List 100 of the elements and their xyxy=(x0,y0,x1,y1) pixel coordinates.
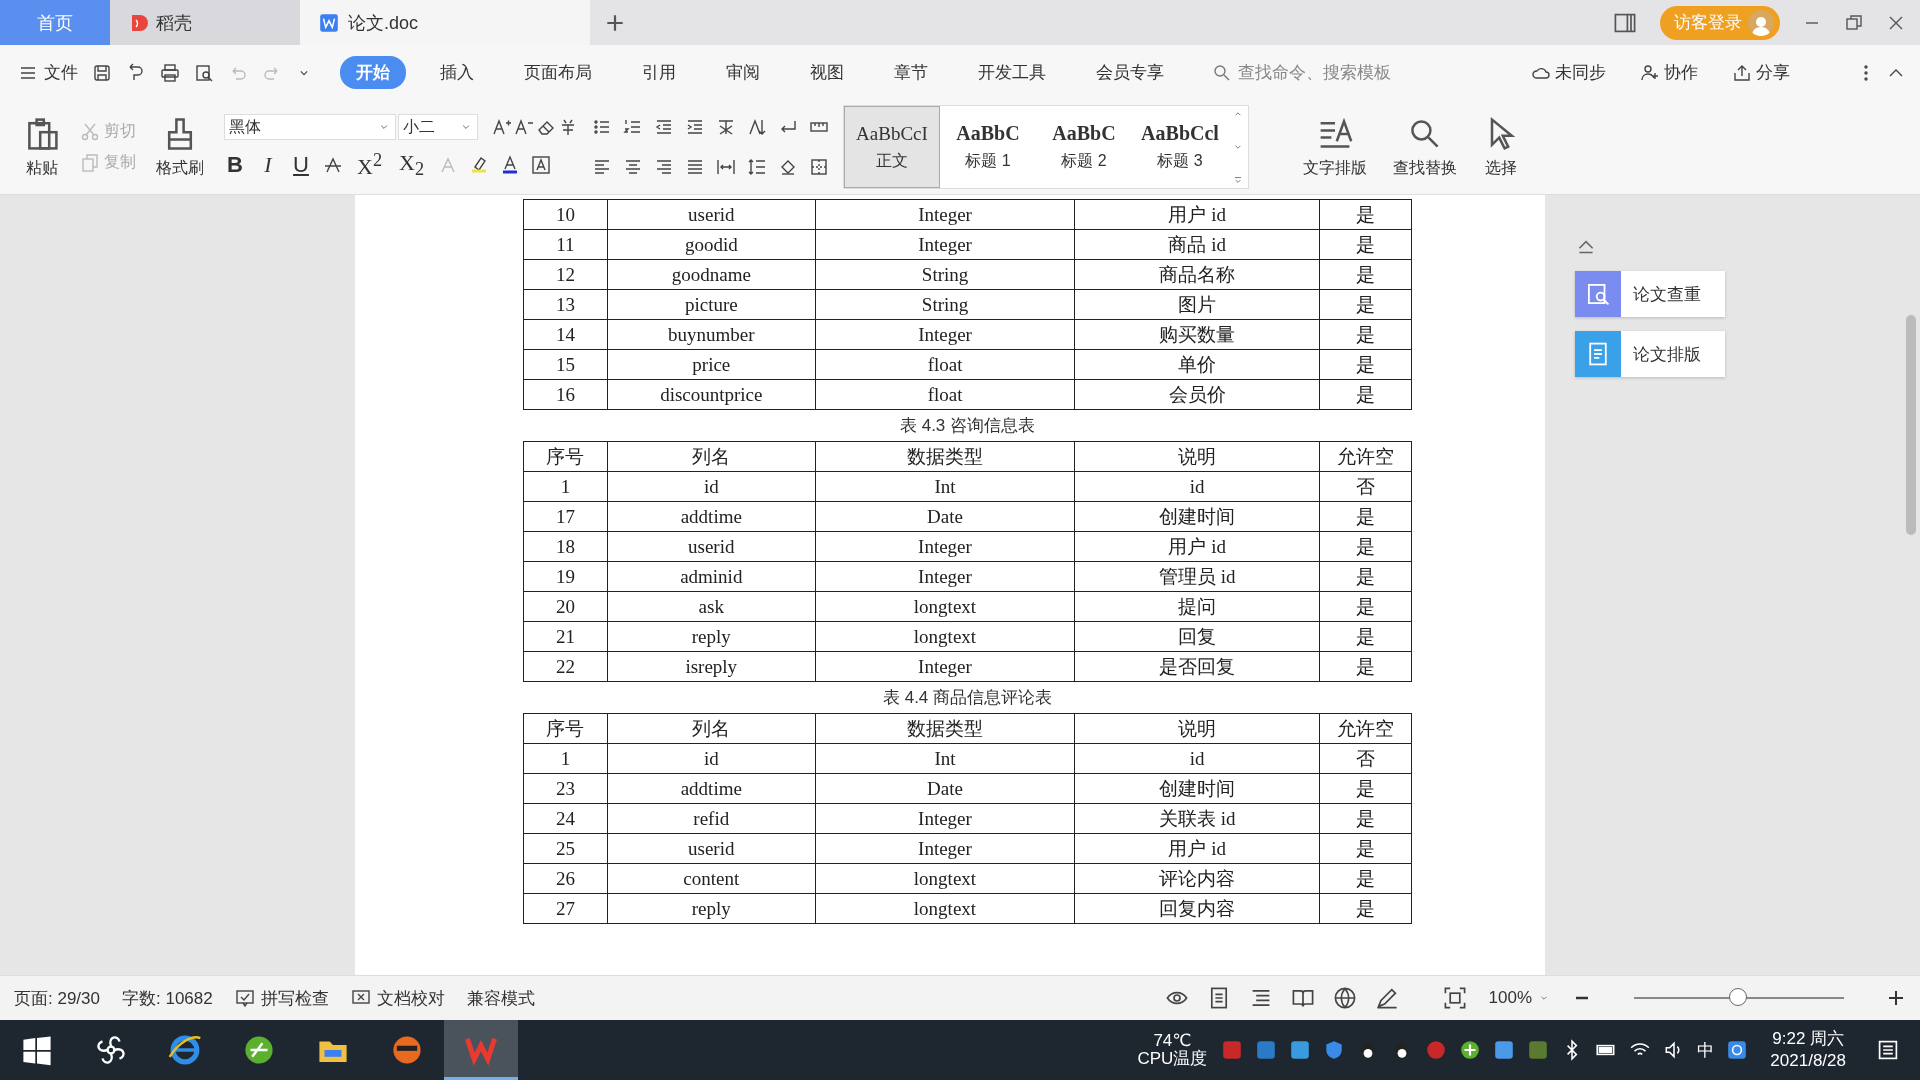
grow-font-icon[interactable] xyxy=(492,117,512,137)
table-cell: 22 xyxy=(523,651,608,682)
tray-app-icon[interactable] xyxy=(1493,1039,1516,1061)
zoom-in-icon[interactable] xyxy=(1886,988,1906,1008)
expand-icon[interactable] xyxy=(1232,174,1244,186)
zoom-slider-thumb[interactable] xyxy=(1729,988,1747,1006)
style-option[interactable]: AaBbCcI 正文 xyxy=(844,106,940,188)
table-cell: 商品 id xyxy=(1074,229,1320,260)
spell-check-button[interactable]: 拼写检查 xyxy=(234,986,329,1010)
table-cell: String xyxy=(815,259,1075,290)
pen-icon[interactable] xyxy=(1374,986,1399,1010)
proofread-button[interactable]: 文档校对 xyxy=(350,986,445,1010)
format-painter-button[interactable]: 格式刷 xyxy=(150,113,210,181)
ribbon-tab[interactable]: 章节 xyxy=(878,56,944,89)
table-cell: 是 xyxy=(1319,773,1412,804)
plus-circle-icon[interactable] xyxy=(1459,1039,1482,1061)
tab[interactable]: 论文.doc xyxy=(300,0,590,45)
windows-logo-icon[interactable] xyxy=(20,1033,54,1067)
align-center-icon[interactable] xyxy=(623,157,643,177)
line-spacing-icon[interactable] xyxy=(747,157,767,177)
style-option[interactable]: AaBbC 标题 2 xyxy=(1036,106,1132,188)
toolbar-button[interactable]: 协作 xyxy=(1634,60,1704,85)
ribbon-tab[interactable]: 页面布局 xyxy=(508,56,608,89)
toolbar-button[interactable]: 分享 xyxy=(1726,60,1796,85)
ribbon-tab[interactable]: 插入 xyxy=(424,56,490,89)
distribute-icon[interactable] xyxy=(716,157,736,177)
browser-icon[interactable] xyxy=(168,1033,202,1067)
tab[interactable]: 稻壳 xyxy=(110,0,300,45)
find-replace-button[interactable]: 查找替换 xyxy=(1387,113,1463,181)
tray-app-icon[interactable] xyxy=(1289,1039,1312,1061)
align-right-icon[interactable] xyxy=(654,157,674,177)
input-method[interactable]: 中 xyxy=(1697,1038,1715,1062)
table-cell: adminid xyxy=(607,561,816,592)
justify-icon[interactable] xyxy=(685,157,705,177)
add-person-icon xyxy=(1640,62,1660,83)
side-panel-button[interactable]: 论文排版 xyxy=(1575,331,1725,377)
font-select[interactable]: 黑体 xyxy=(224,114,396,140)
ribbon-tab[interactable]: 引用 xyxy=(626,56,692,89)
table-cell: longtext xyxy=(815,621,1075,652)
table-cell: discountprice xyxy=(607,379,816,410)
table-cell: 是否回复 xyxy=(1074,651,1320,682)
notification-icon[interactable] xyxy=(1876,1038,1900,1062)
strikethrough-icon[interactable] xyxy=(323,155,343,175)
save-icon[interactable] xyxy=(92,62,112,83)
tray-app-icon[interactable] xyxy=(1425,1039,1448,1061)
table-cell: refid xyxy=(607,803,816,834)
pinwheel-icon[interactable] xyxy=(94,1033,128,1067)
ribbon-tab[interactable]: 审阅 xyxy=(710,56,776,89)
zoom-select[interactable]: 100% xyxy=(1488,988,1550,1008)
sort-icon[interactable] xyxy=(747,117,767,137)
style-option[interactable]: AaBbCcl 标题 3 xyxy=(1132,106,1228,188)
tray-app-icon[interactable] xyxy=(1255,1039,1278,1061)
restore-icon[interactable] xyxy=(1844,12,1864,33)
table-cell: Integer xyxy=(815,531,1075,562)
table-caption: 表 4.3 咨询信息表 xyxy=(898,415,1037,437)
text-layout-button[interactable]: 文字排版 xyxy=(1297,113,1373,181)
paste-button[interactable]: 粘贴 xyxy=(18,113,66,181)
file-menu[interactable]: 文件 xyxy=(14,57,82,88)
ribbon-tab[interactable]: 会员专享 xyxy=(1080,56,1180,89)
table-cell: userid xyxy=(607,199,816,230)
superscript-button[interactable]: X$^{2}$ xyxy=(354,149,386,181)
document-icon[interactable] xyxy=(318,11,340,34)
bullets-icon[interactable] xyxy=(592,117,612,137)
ribbon-tab[interactable]: 视图 xyxy=(794,56,860,89)
style-label: 标题 2 xyxy=(1061,151,1107,171)
scrollbar[interactable] xyxy=(1906,315,1916,535)
bold-button[interactable]: B xyxy=(224,152,246,178)
decrease-indent-icon[interactable] xyxy=(654,117,674,137)
borders-icon[interactable] xyxy=(809,157,829,177)
toolbar-button[interactable]: 未同步 xyxy=(1525,60,1612,85)
shrink-font-icon[interactable] xyxy=(514,117,534,137)
table-cell: 是 xyxy=(1319,289,1412,320)
fit-page-icon[interactable] xyxy=(1442,986,1467,1010)
print-preview-icon[interactable] xyxy=(194,62,214,83)
select-button[interactable]: 选择 xyxy=(1477,113,1525,181)
search-field[interactable]: 查找命令、搜索模板 xyxy=(1212,61,1422,84)
increase-indent-icon[interactable] xyxy=(685,117,705,137)
clock[interactable]: 9:22 周六 2021/8/28 xyxy=(1770,1027,1846,1073)
ribbon-tab[interactable]: 开发工具 xyxy=(962,56,1062,89)
copy-icon xyxy=(80,152,100,173)
web-view-icon[interactable] xyxy=(1332,986,1357,1010)
font-size-select[interactable]: 小二 xyxy=(398,114,478,140)
chinese-layout-icon[interactable] xyxy=(716,117,736,137)
side-panel-button[interactable]: 论文查重 xyxy=(1575,271,1725,317)
style-option[interactable]: AaBbC 标题 1 xyxy=(940,106,1036,188)
align-left-icon[interactable] xyxy=(592,157,612,177)
table-cell: 是 xyxy=(1319,833,1412,864)
cpu-widget[interactable]: 74℃ CPU温度 xyxy=(1137,1032,1208,1068)
table-cell: id xyxy=(1074,471,1320,502)
character-border-icon[interactable] xyxy=(531,155,552,175)
table-cell: picture xyxy=(607,289,816,320)
search-app-icon[interactable] xyxy=(1726,1039,1749,1061)
subscript-button[interactable]: X$_{2}$ xyxy=(396,149,428,181)
table-cell: Integer xyxy=(815,319,1075,350)
underline-button[interactable]: U xyxy=(290,152,312,178)
print-icon[interactable] xyxy=(160,62,180,83)
table-cell: 14 xyxy=(523,319,608,350)
tray-app-icon[interactable] xyxy=(1221,1039,1244,1061)
table-cell: 11 xyxy=(523,229,608,260)
italic-button[interactable]: I xyxy=(257,152,279,178)
